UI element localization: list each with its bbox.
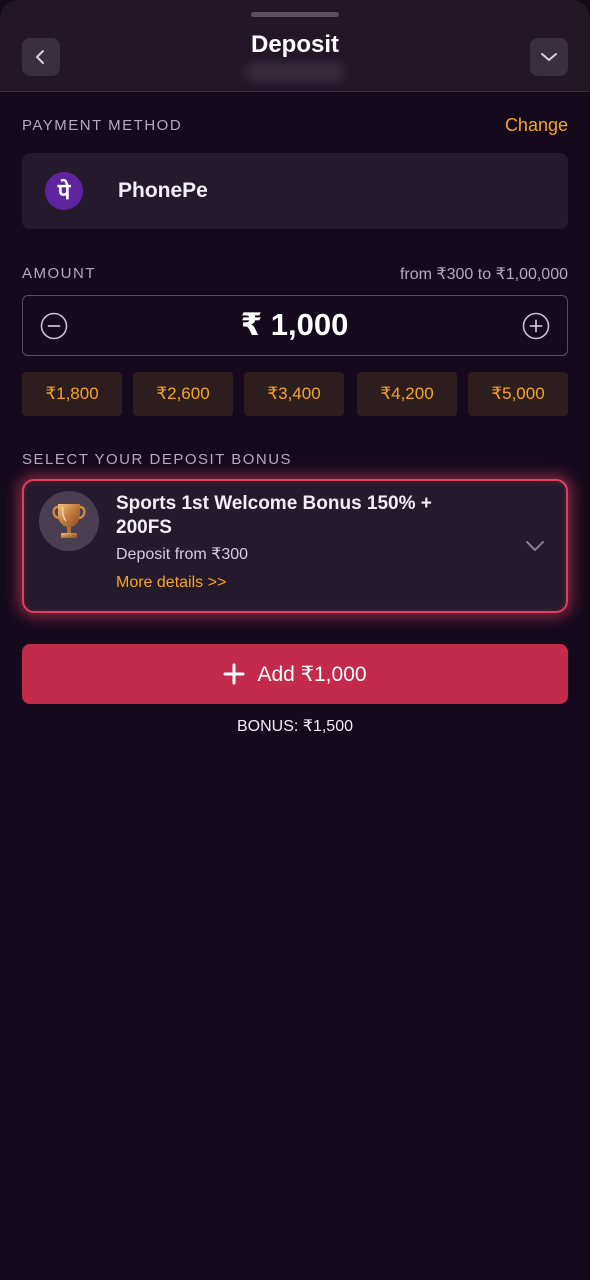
amount-range: from ₹300 to ₹1,00,000 xyxy=(399,266,568,283)
payment-method-card[interactable]: पे PhonePe xyxy=(22,153,568,229)
deposit-sheet: Deposit PAYMENT METHOD Change पे PhonePe… xyxy=(0,0,590,1280)
payment-method-name: PhonePe xyxy=(118,179,208,202)
bonus-amount-text: BONUS: ₹1,500 xyxy=(236,718,353,735)
add-deposit-label: Add ₹1,000 xyxy=(257,662,367,686)
phonepe-logo-glyph: पे xyxy=(57,179,71,204)
amount-value: ₹ 1,000 xyxy=(240,307,349,342)
bonus-expand-button[interactable] xyxy=(524,535,546,557)
more-details-link[interactable]: More details >> xyxy=(116,574,226,592)
header: Deposit xyxy=(0,0,590,92)
increase-amount-button[interactable] xyxy=(522,312,550,340)
chevron-down-icon xyxy=(541,53,557,61)
payment-method-label: PAYMENT METHOD xyxy=(22,117,183,134)
plus-circle-icon xyxy=(522,312,550,340)
deposit-bonus-label: SELECT YOUR DEPOSIT BONUS xyxy=(22,451,293,468)
phonepe-logo: पे xyxy=(45,172,83,210)
bonus-selector[interactable]: Sports 1st Welcome Bonus 150% + 200FS De… xyxy=(22,479,568,613)
add-deposit-button[interactable]: Add ₹1,000 xyxy=(22,644,568,704)
page-title: Deposit xyxy=(250,31,339,58)
bonus-title: Sports 1st Welcome Bonus 150% + 200FS xyxy=(116,493,432,538)
bonus-min-deposit: Deposit from ₹300 xyxy=(116,546,249,563)
drag-handle[interactable] xyxy=(251,12,339,17)
bonus-avatar xyxy=(39,491,99,551)
collapse-button[interactable] xyxy=(530,38,568,76)
amount-label: AMOUNT xyxy=(22,265,96,282)
preset-amount-button[interactable]: ₹4,200 xyxy=(357,372,457,416)
change-method-link[interactable]: Change xyxy=(505,115,568,136)
preset-amount-button[interactable]: ₹5,000 xyxy=(468,372,568,416)
amount-presets: ₹1,800 ₹2,600 ₹3,400 ₹4,200 ₹5,000 xyxy=(22,372,568,416)
amount-input[interactable]: ₹ 1,000 xyxy=(22,295,568,356)
plus-icon xyxy=(223,663,245,685)
preset-amount-button[interactable]: ₹3,400 xyxy=(244,372,344,416)
chevron-down-icon xyxy=(526,541,544,551)
blurred-subtitle xyxy=(245,62,345,82)
trophy-icon xyxy=(52,504,86,538)
preset-amount-button[interactable]: ₹2,600 xyxy=(133,372,233,416)
preset-amount-button[interactable]: ₹1,800 xyxy=(22,372,122,416)
